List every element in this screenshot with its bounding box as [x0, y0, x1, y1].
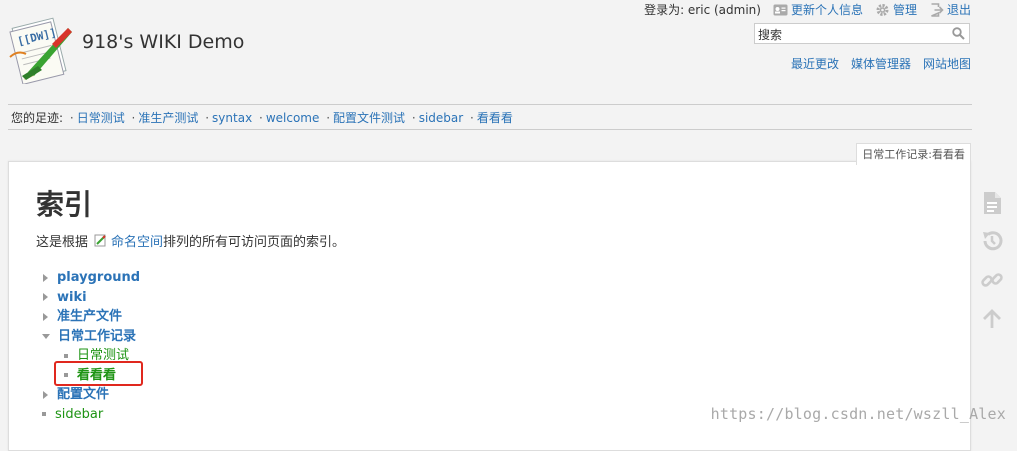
namespace-link-playground[interactable]: playground [57, 268, 140, 288]
divider-top [8, 104, 972, 105]
breadcrumb-item[interactable]: 日常测试 [77, 111, 125, 125]
search-input[interactable] [755, 25, 951, 44]
site-title[interactable]: 918's WIKI Demo [82, 31, 244, 53]
tree-item-playground: playground [42, 268, 140, 288]
old-revisions-button[interactable] [979, 228, 1005, 254]
breadcrumb-separator: · [326, 111, 331, 125]
site-tools: 最近更改 媒体管理器 网站地图 [791, 55, 971, 72]
breadcrumb-separator: · [411, 111, 416, 125]
recent-changes-link[interactable]: 最近更改 [791, 55, 839, 72]
breadcrumb: 您的足迹: · 日常测试 · 准生产测试 · syntax · welcome · 配置文… [11, 109, 513, 126]
tree-item-config: 配置文件 [42, 385, 140, 405]
namespace-link[interactable]: 命名空间 [111, 231, 163, 250]
page-title: 索引 [36, 188, 93, 221]
breadcrumb-separator: · [69, 111, 74, 125]
dokuwiki-logo[interactable]: [[DW]] [8, 14, 74, 84]
highlight-box [54, 361, 143, 386]
gear-icon [876, 3, 889, 16]
breadcrumb-separator: · [470, 111, 474, 125]
history-icon [983, 231, 1003, 251]
collapse-icon[interactable] [42, 333, 50, 339]
logout-icon [931, 2, 944, 17]
breadcrumb-item[interactable]: sidebar [419, 111, 464, 125]
document-icon [984, 192, 1001, 214]
logged-in-label: 登录为: eric (admin) [644, 3, 761, 17]
breadcrumb-separator: · [259, 111, 263, 125]
breadcrumb-item[interactable]: syntax [212, 111, 252, 125]
search-icon[interactable] [952, 27, 965, 40]
logout-link[interactable]: 退出 [929, 1, 971, 18]
index-tree: playground wiki 准生产文件 日常工作记录 日常测试 看看看 配置… [42, 268, 140, 424]
watermark: https://blog.csdn.net/wszll_Alex [710, 405, 1006, 423]
breadcrumb-item[interactable]: 看看看 [477, 111, 513, 125]
bullet-icon [64, 353, 68, 358]
tree-item-daily: 日常工作记录 [42, 327, 140, 347]
breadcrumb-separator: · [131, 111, 136, 125]
backlinks-button[interactable] [979, 267, 1005, 293]
page-link-sidebar[interactable]: sidebar [55, 405, 103, 425]
admin-label: 管理 [892, 3, 917, 17]
update-profile-label: 更新个人信息 [790, 3, 863, 17]
namespace-icon [94, 234, 106, 247]
back-to-top-button[interactable] [979, 306, 1005, 332]
show-page-button[interactable] [979, 190, 1005, 216]
namespace-link-config[interactable]: 配置文件 [57, 385, 109, 405]
breadcrumb-item[interactable]: 准生产测试 [138, 111, 198, 125]
tree-item-sidebar: sidebar [42, 405, 140, 425]
logout-label: 退出 [946, 3, 971, 17]
media-manager-link[interactable]: 媒体管理器 [851, 55, 911, 72]
search-box[interactable] [754, 23, 970, 44]
expand-icon[interactable] [43, 312, 48, 321]
link-icon [981, 273, 1003, 287]
profile-card-icon [773, 4, 788, 15]
sitemap-link[interactable]: 网站地图 [923, 55, 971, 72]
intro-after: 排列的所有可访问页面的索引。 [163, 235, 346, 250]
namespace-link-prod[interactable]: 准生产文件 [57, 307, 122, 327]
bullet-icon [42, 412, 46, 417]
admin-link[interactable]: 管理 [875, 1, 917, 18]
arrow-up-icon [983, 309, 1001, 328]
tree-item-wiki: wiki [42, 288, 140, 308]
page-id: 日常工作记录:看看看 [856, 143, 971, 165]
divider-bottom [8, 129, 972, 130]
breadcrumb-item[interactable]: welcome [266, 111, 320, 125]
expand-icon[interactable] [43, 293, 48, 302]
user-tools: 登录为: eric (admin) 更新个人信息 管理 退出 [644, 1, 971, 18]
breadcrumb-separator: · [205, 111, 210, 125]
expand-icon[interactable] [43, 273, 48, 282]
tree-item-prod: 准生产文件 [42, 307, 140, 327]
breadcrumb-label: 您的足迹: [11, 111, 64, 125]
breadcrumb-item[interactable]: 配置文件测试 [333, 111, 405, 125]
intro-text: 这是根据 命名空间 排列的所有可访问页面的索引。 [36, 231, 345, 250]
namespace-link-daily[interactable]: 日常工作记录 [58, 327, 136, 347]
namespace-link-wiki[interactable]: wiki [57, 288, 87, 308]
expand-icon[interactable] [43, 390, 48, 399]
intro-before: 这是根据 [36, 235, 89, 250]
update-profile-link[interactable]: 更新个人信息 [773, 1, 863, 18]
